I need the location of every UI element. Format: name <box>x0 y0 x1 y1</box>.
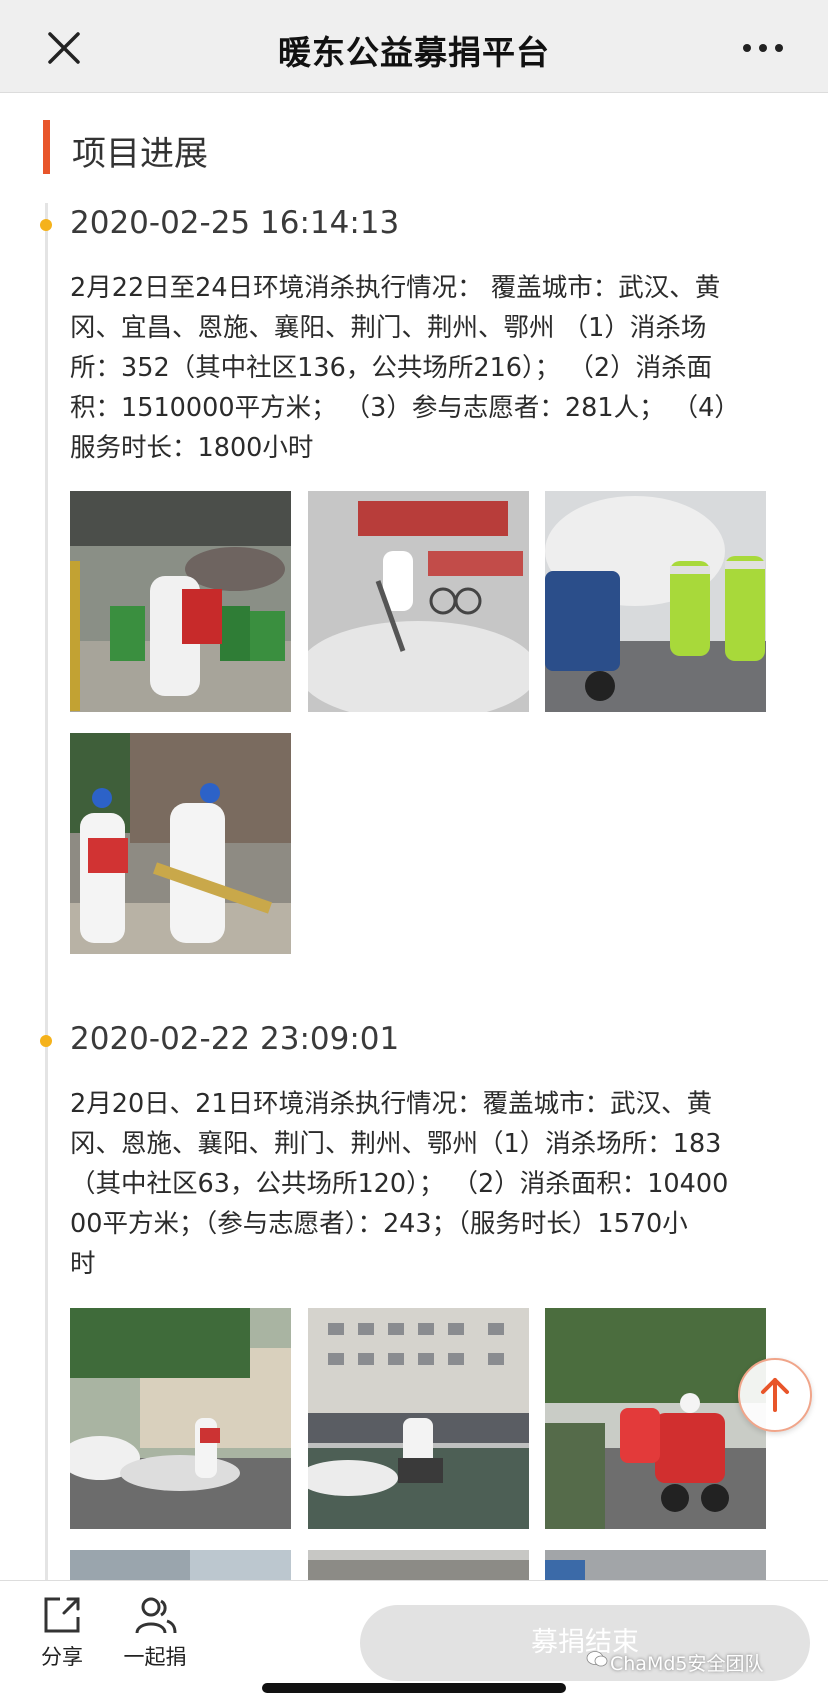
arrow-up-icon <box>761 1378 789 1412</box>
section-title: 项目进展 <box>72 134 208 174</box>
entry-timestamp: 2020-02-22 23:09:01 <box>70 1021 400 1057</box>
entry-photo-volunteers-fogger[interactable] <box>70 733 291 954</box>
share-icon <box>44 1597 80 1633</box>
wechat-icon <box>586 1651 608 1667</box>
entry-photo-garbage-area[interactable] <box>70 491 291 712</box>
together-label: 一起捐 <box>123 1645 187 1669</box>
timeline-dot <box>40 219 52 231</box>
donate-together-button[interactable]: 一起捐 <box>115 1593 195 1671</box>
entry-line: 时 <box>70 1249 96 1279</box>
scroll-to-top-button[interactable] <box>738 1358 812 1432</box>
entry-line: 2月22日至24日环境消杀执行情况： 覆盖城市：武汉、黄 <box>70 273 721 303</box>
entry-line: 服务时长：1800小时 <box>70 433 314 463</box>
entry-photo-partial[interactable] <box>545 1550 766 1580</box>
entry-line: 所：352（其中社区136，公共场所216）； （2）消杀面 <box>70 353 713 383</box>
entry-photo-street-spraying[interactable] <box>70 1308 291 1529</box>
entry-line: 冈、恩施、襄阳、荆门、荆州、鄂州（1）消杀场所：183 <box>70 1129 722 1159</box>
share-button[interactable]: 分享 <box>22 1593 102 1671</box>
entry-photo-fog-spraying[interactable] <box>308 491 529 712</box>
entry-description: 2月22日至24日环境消杀执行情况： 覆盖城市：武汉、黄 冈、宜昌、恩施、襄阳、… <box>70 268 775 468</box>
people-icon <box>135 1597 177 1634</box>
home-indicator <box>262 1683 566 1693</box>
entry-line: 积：1510000平方米； （3）参与志愿者：281人； （4） <box>70 393 740 423</box>
entry-line: 2月20日、21日环境消杀执行情况：覆盖城市：武汉、黄 <box>70 1089 713 1119</box>
entry-photo-partial[interactable] <box>308 1550 529 1580</box>
watermark-text: ChaMd5安全团队 <box>610 1653 764 1675</box>
section-accent-bar <box>43 120 50 174</box>
top-nav-bar: 暖东公益募捐平台 <box>0 0 828 93</box>
page-title: 暖东公益募捐平台 <box>278 33 550 72</box>
more-icon[interactable] <box>738 28 788 68</box>
entry-description: 2月20日、21日环境消杀执行情况：覆盖城市：武汉、黄 冈、恩施、襄阳、荆门、荆… <box>70 1084 775 1284</box>
entry-photo-atv-road[interactable] <box>545 1308 766 1529</box>
timeline-dot <box>40 1035 52 1047</box>
entry-photo-partial[interactable] <box>70 1550 291 1580</box>
entry-photo-green-suits[interactable] <box>545 491 766 712</box>
entry-timestamp: 2020-02-25 16:14:13 <box>70 205 400 241</box>
entry-line: 00平方米；（参与志愿者）：243；（服务时长）1570小 <box>70 1209 688 1239</box>
entry-line: 冈、宜昌、恩施、襄阳、荆门、荆州、鄂州 （1）消杀场 <box>70 313 707 343</box>
timeline-line <box>45 203 48 1580</box>
entry-line: （其中社区63，公共场所120）； （2）消杀面积：10400 <box>70 1169 729 1199</box>
entry-photo-atv-building[interactable] <box>308 1308 529 1529</box>
share-label: 分享 <box>41 1645 83 1669</box>
